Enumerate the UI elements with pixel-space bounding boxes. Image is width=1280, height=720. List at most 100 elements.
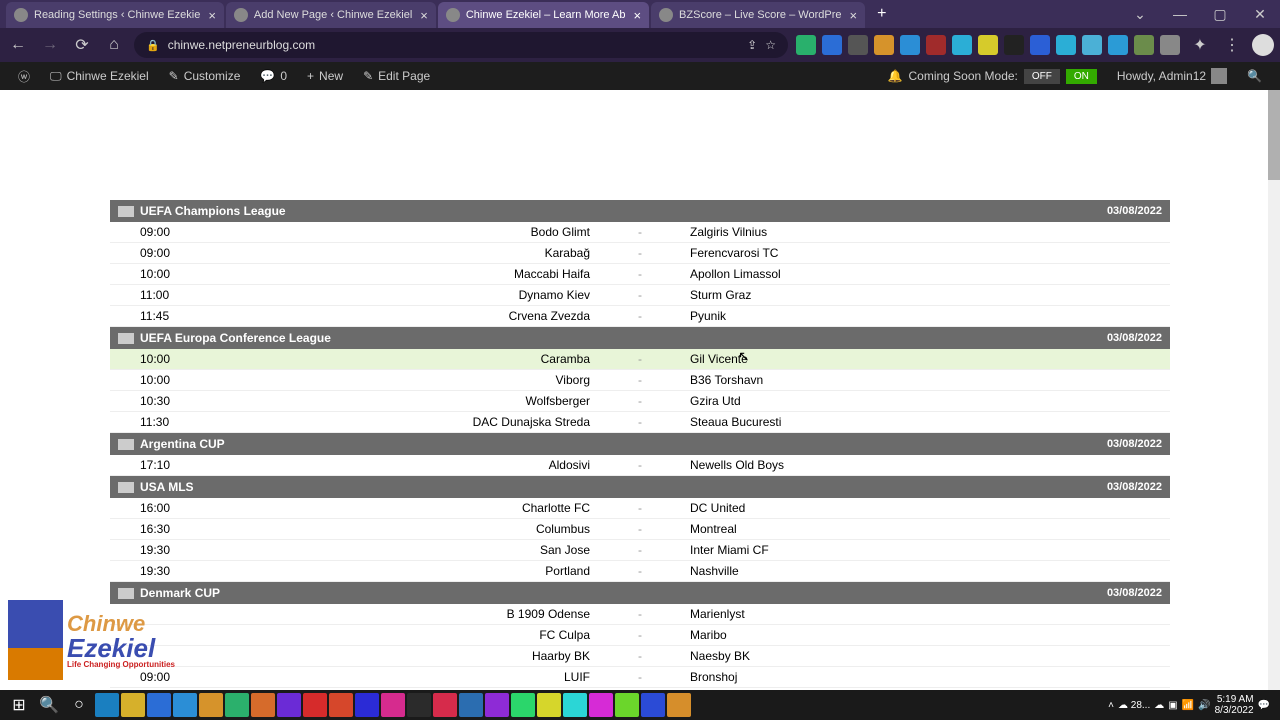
home-button[interactable]: ⌂ <box>102 33 126 57</box>
taskbar-app-icon[interactable] <box>381 693 405 717</box>
extension-icon[interactable] <box>1108 35 1128 55</box>
league-header[interactable]: Argentina CUP03/08/2022 <box>110 433 1170 455</box>
extension-icon[interactable] <box>1056 35 1076 55</box>
taskbar-app-icon[interactable] <box>173 693 197 717</box>
scrollbar-thumb[interactable] <box>1268 90 1280 180</box>
match-row[interactable]: 09:00Karabağ-Ferencvarosi TC <box>110 243 1170 264</box>
league-header[interactable]: UEFA Europa Conference League03/08/2022 <box>110 327 1170 349</box>
match-row[interactable]: 09:00LUIF-Bronshoj <box>110 667 1170 688</box>
taskbar-app-icon[interactable] <box>199 693 223 717</box>
taskbar-app-icon[interactable] <box>589 693 613 717</box>
match-row[interactable]: Haarby BK-Naesby BK <box>110 646 1170 667</box>
match-row[interactable]: 10:00Maccabi Haifa-Apollon Limassol <box>110 264 1170 285</box>
extension-icon[interactable] <box>900 35 920 55</box>
tray-chevron-icon[interactable]: ˄ <box>1108 700 1114 711</box>
taskbar-app-icon[interactable] <box>511 693 535 717</box>
extension-icon[interactable] <box>874 35 894 55</box>
match-row[interactable]: 10:00Caramba-Gil Vicente <box>110 349 1170 370</box>
match-row[interactable]: 10:00Viborg-B36 Torshavn <box>110 370 1170 391</box>
browser-tab[interactable]: Add New Page ‹ Chinwe Ezekiel× <box>226 2 436 28</box>
taskbar-app-icon[interactable] <box>563 693 587 717</box>
league-header[interactable]: USA MLS03/08/2022 <box>110 476 1170 498</box>
tray-icon[interactable]: ▣ <box>1168 700 1177 711</box>
browser-tab[interactable]: BZScore – Live Score – WordPre× <box>651 2 865 28</box>
extension-icon[interactable] <box>1082 35 1102 55</box>
league-header[interactable]: Denmark CUP03/08/2022 <box>110 582 1170 604</box>
wp-site-link[interactable]: 🖵 Chinwe Ezekiel <box>40 62 159 90</box>
address-bar[interactable]: 🔒 chinwe.netpreneurblog.com ⇪ ☆ <box>134 32 788 58</box>
wp-search-icon[interactable]: 🔍 <box>1237 62 1272 90</box>
match-row[interactable]: 11:45Crvena Zvezda-Pyunik <box>110 306 1170 327</box>
match-row[interactable]: B 1909 Odense-Marienlyst <box>110 604 1170 625</box>
extension-icon[interactable] <box>796 35 816 55</box>
new-tab-button[interactable]: + <box>867 5 896 23</box>
taskbar-app-icon[interactable] <box>537 693 561 717</box>
maximize-button[interactable]: ▢ <box>1200 0 1240 28</box>
match-row[interactable]: 10:30Wolfsberger-Gzira Utd <box>110 391 1170 412</box>
reload-button[interactable]: ⟳ <box>70 33 94 57</box>
match-row[interactable]: 16:00Charlotte FC-DC United <box>110 498 1170 519</box>
bookmark-icon[interactable]: ☆ <box>765 38 776 52</box>
taskbar-app-icon[interactable] <box>485 693 509 717</box>
tab-close-icon[interactable]: × <box>633 8 641 23</box>
minimize-button[interactable]: — <box>1160 0 1200 28</box>
browser-tab[interactable]: Chinwe Ezekiel – Learn More Ab× <box>438 2 649 28</box>
taskbar-app-icon[interactable] <box>433 693 457 717</box>
taskbar-clock[interactable]: 5:19 AM 8/3/2022 <box>1215 694 1254 716</box>
extension-icon[interactable] <box>1160 35 1180 55</box>
extension-icon[interactable] <box>848 35 868 55</box>
taskbar-app-icon[interactable] <box>225 693 249 717</box>
taskbar-app-icon[interactable] <box>277 693 301 717</box>
system-tray[interactable]: ˄ ☁ 28... ☁ ▣ 📶 🔊 5:19 AM 8/3/2022 💬 <box>1108 694 1276 716</box>
taskbar-app-icon[interactable] <box>95 693 119 717</box>
extension-icon[interactable] <box>978 35 998 55</box>
taskbar-app-icon[interactable] <box>407 693 431 717</box>
wp-new[interactable]: + New <box>297 62 353 90</box>
back-button[interactable]: ← <box>6 33 30 57</box>
taskbar-app-icon[interactable] <box>615 693 639 717</box>
match-row[interactable]: FC Culpa-Maribo <box>110 625 1170 646</box>
match-row[interactable]: 11:30DAC Dunajska Streda-Steaua Bucurest… <box>110 412 1170 433</box>
tray-icon[interactable]: 📶 <box>1182 700 1194 711</box>
league-header[interactable]: UEFA Champions League03/08/2022 <box>110 200 1170 222</box>
wp-customize[interactable]: ✎ Customize <box>159 62 251 90</box>
match-row[interactable]: 19:30San Jose-Inter Miami CF <box>110 540 1170 561</box>
tray-icon[interactable]: ☁ <box>1154 700 1164 711</box>
taskbar-app-icon[interactable] <box>329 693 353 717</box>
search-button[interactable]: 🔍 <box>34 692 64 718</box>
notifications-icon[interactable]: 💬 <box>1258 700 1270 711</box>
wp-logo[interactable]: ⓦ <box>8 62 40 90</box>
taskbar-app-icon[interactable] <box>121 693 145 717</box>
tray-volume-icon[interactable]: 🔊 <box>1198 700 1210 711</box>
weather-widget[interactable]: ☁ 28... <box>1118 700 1150 711</box>
extension-icon[interactable] <box>1030 35 1050 55</box>
taskbar-app-icon[interactable] <box>459 693 483 717</box>
browser-tab[interactable]: Reading Settings ‹ Chinwe Ezekie× <box>6 2 224 28</box>
taskbar-app-icon[interactable] <box>355 693 379 717</box>
scrollbar[interactable] <box>1268 90 1280 690</box>
match-row[interactable]: 09:00Bodo Glimt-Zalgiris Vilnius <box>110 222 1170 243</box>
taskbar-app-icon[interactable] <box>147 693 171 717</box>
profile-avatar[interactable] <box>1252 34 1274 56</box>
cortana-button[interactable]: ○ <box>64 692 94 718</box>
wp-coming-soon[interactable]: 🔔 Coming Soon Mode: OFF ON <box>878 62 1107 90</box>
close-button[interactable]: ✕ <box>1240 0 1280 28</box>
extension-icon[interactable] <box>952 35 972 55</box>
extension-icon[interactable] <box>1004 35 1024 55</box>
match-row[interactable]: 17:10Aldosivi-Newells Old Boys <box>110 455 1170 476</box>
extension-icon[interactable] <box>822 35 842 55</box>
taskbar-app-icon[interactable] <box>641 693 665 717</box>
tab-close-icon[interactable]: × <box>849 8 857 23</box>
match-row[interactable]: 16:30Columbus-Montreal <box>110 519 1170 540</box>
tab-close-icon[interactable]: × <box>208 8 216 23</box>
browser-menu-icon[interactable]: ⋮ <box>1220 33 1244 57</box>
start-button[interactable]: ⊞ <box>4 692 34 718</box>
match-row[interactable]: 11:00Dynamo Kiev-Sturm Graz <box>110 285 1170 306</box>
wp-comments[interactable]: 💬 0 <box>250 62 297 90</box>
taskbar-app-icon[interactable] <box>251 693 275 717</box>
extensions-menu-icon[interactable]: ✦ <box>1188 33 1212 57</box>
tab-close-icon[interactable]: × <box>420 8 428 23</box>
wp-howdy[interactable]: Howdy, Admin12 <box>1107 62 1237 90</box>
taskbar-app-icon[interactable] <box>667 693 691 717</box>
account-chevron-icon[interactable]: ⌄ <box>1120 0 1160 28</box>
